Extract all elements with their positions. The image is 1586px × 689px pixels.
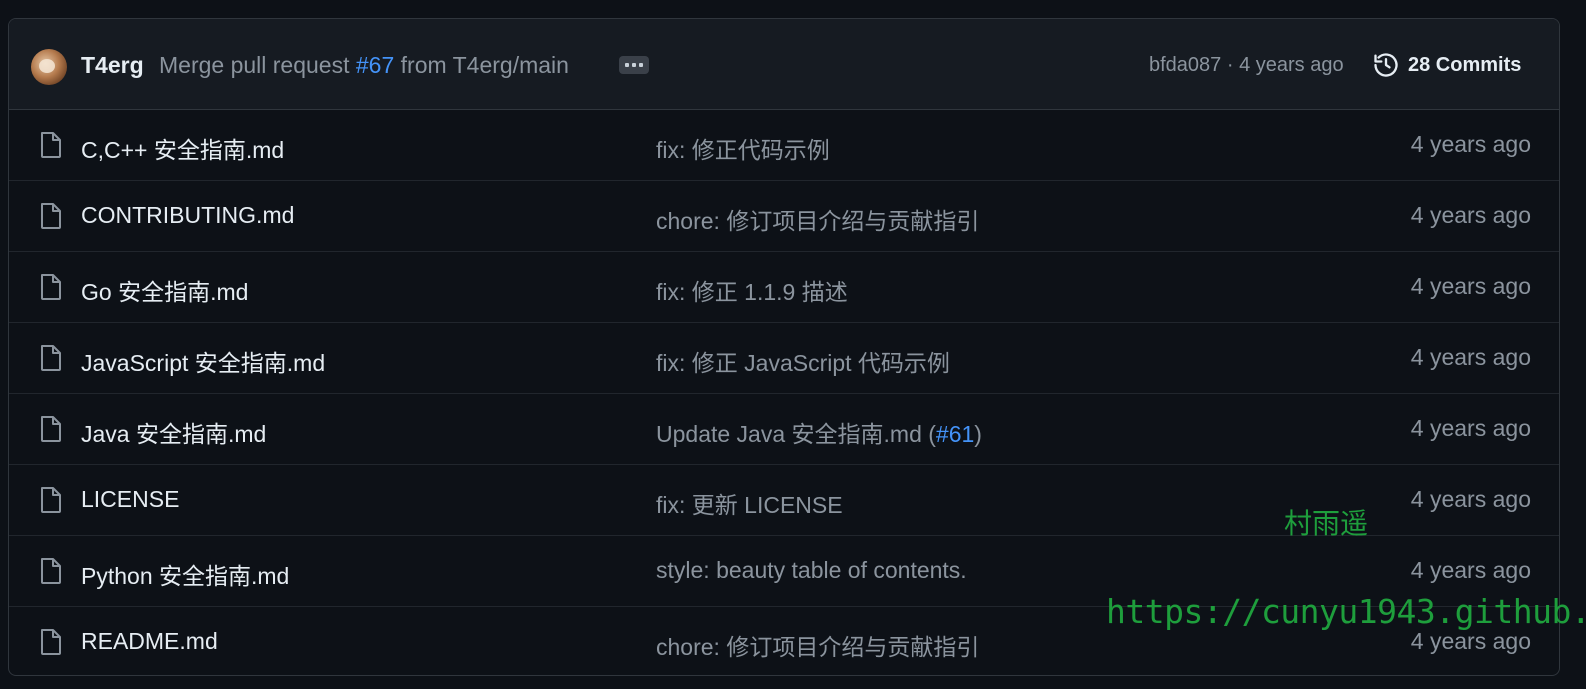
commit-message-prefix[interactable]: Merge pull request (159, 52, 356, 78)
file-last-commit: style: beauty table of contents. (656, 557, 967, 584)
commit-message-text[interactable]: chore: 修订项目介绍与贡献指引 (656, 634, 979, 660)
file-name-link[interactable]: README.md (81, 628, 218, 655)
pr-link[interactable]: #67 (356, 52, 394, 78)
commit-author-link[interactable]: T4erg (81, 52, 144, 79)
file-commit-time: 4 years ago (1410, 415, 1531, 441)
ellipsis-icon[interactable] (619, 56, 649, 74)
commit-message-text[interactable]: fix: 修正 1.1.9 描述 (656, 279, 848, 305)
file-commit-time: 4 years ago (1410, 628, 1531, 654)
file-icon (39, 628, 63, 656)
file-name-link[interactable]: Go 安全指南.md (81, 273, 248, 307)
file-last-commit: chore: 修订项目介绍与贡献指引 (656, 628, 979, 662)
file-icon (39, 273, 63, 301)
file-commit-time: 4 years ago (1410, 273, 1531, 299)
file-last-commit: chore: 修订项目介绍与贡献指引 (656, 202, 979, 236)
file-row: JavaScript 安全指南.md fix: 修正 JavaScript 代码示… (9, 323, 1559, 394)
file-row: C,C++ 安全指南.md fix: 修正代码示例 4 years ago (9, 110, 1559, 181)
file-last-commit: fix: 修正 JavaScript 代码示例 (656, 344, 950, 378)
separator: · (1221, 54, 1240, 76)
file-name-link[interactable]: LICENSE (81, 486, 179, 513)
commits-history-link[interactable]: 28 Commits (1372, 49, 1521, 81)
commit-sha-link[interactable]: bfda087 (1149, 54, 1221, 76)
file-name-link[interactable]: C,C++ 安全指南.md (81, 131, 284, 165)
file-row: CONTRIBUTING.md chore: 修订项目介绍与贡献指引 4 years… (9, 181, 1559, 252)
file-row: Go 安全指南.md fix: 修正 1.1.9 描述 4 years ago (9, 252, 1559, 323)
file-last-commit: Update Java 安全指南.md (#61) (656, 415, 982, 449)
file-icon (39, 415, 63, 443)
file-name-link[interactable]: CONTRIBUTING.md (81, 202, 294, 229)
file-last-commit: fix: 修正代码示例 (656, 131, 830, 165)
commit-message-text[interactable]: Update Java 安全指南.md ( (656, 421, 936, 447)
file-commit-time: 4 years ago (1410, 131, 1531, 157)
file-icon (39, 344, 63, 372)
commit-message-suffix[interactable]: ) (974, 421, 982, 447)
commit-message-text[interactable]: chore: 修订项目介绍与贡献指引 (656, 208, 979, 234)
file-last-commit: fix: 更新 LICENSE (656, 486, 843, 520)
history-icon (1374, 53, 1398, 77)
file-list: C,C++ 安全指南.md fix: 修正代码示例 4 years ago CONTR… (9, 110, 1559, 675)
file-icon (39, 202, 63, 230)
file-name-link[interactable]: Python 安全指南.md (81, 557, 289, 591)
file-icon (39, 131, 63, 159)
file-commit-time: 4 years ago (1410, 557, 1531, 583)
file-name-link[interactable]: JavaScript 安全指南.md (81, 344, 325, 378)
commit-message-text[interactable]: fix: 更新 LICENSE (656, 492, 843, 518)
file-row: Java 安全指南.md Update Java 安全指南.md (#61) 4 y… (9, 394, 1559, 465)
file-commit-time: 4 years ago (1410, 486, 1531, 512)
commit-sha-time: bfda087 · 4 years ago (1149, 54, 1344, 77)
file-commit-time: 4 years ago (1410, 202, 1531, 228)
avatar[interactable] (31, 49, 67, 85)
file-row: README.md chore: 修订项目介绍与贡献指引 4 years ago (9, 607, 1559, 675)
commit-time: 4 years ago (1239, 54, 1344, 76)
commit-message: Merge pull request #67 from T4erg/main (159, 52, 569, 79)
commit-message-text[interactable]: fix: 修正代码示例 (656, 137, 830, 163)
file-icon (39, 557, 63, 585)
file-commit-time: 4 years ago (1410, 344, 1531, 370)
commits-count-label: 28 Commits (1408, 53, 1522, 76)
commit-message-text[interactable]: style: beauty table of contents. (656, 557, 967, 583)
file-row: LICENSE fix: 更新 LICENSE 4 years ago (9, 465, 1559, 536)
commit-message-text[interactable]: fix: 修正 JavaScript 代码示例 (656, 350, 950, 376)
latest-commit-bar: T4erg Merge pull request #67 from T4erg/… (9, 19, 1559, 110)
file-icon (39, 486, 63, 514)
commit-message-suffix[interactable]: from T4erg/main (394, 52, 569, 78)
file-name-link[interactable]: Java 安全指南.md (81, 415, 266, 449)
file-row: Python 安全指南.md style: beauty table of con… (9, 536, 1559, 607)
file-browser: T4erg Merge pull request #67 from T4erg/… (8, 18, 1560, 676)
file-last-commit: fix: 修正 1.1.9 描述 (656, 273, 848, 307)
commit-pr-link[interactable]: #61 (936, 421, 974, 447)
